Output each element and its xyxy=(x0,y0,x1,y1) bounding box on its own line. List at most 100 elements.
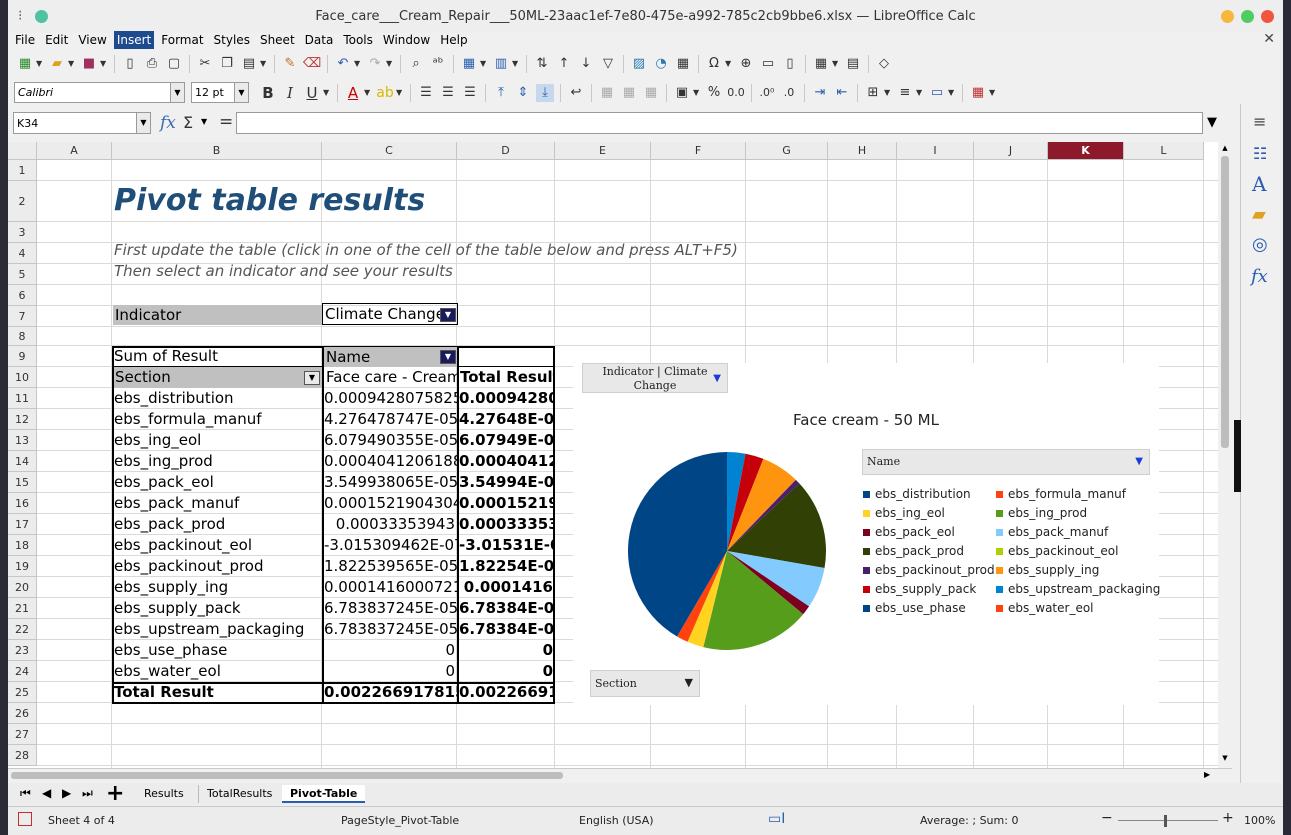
language[interactable]: English (USA) xyxy=(579,814,654,827)
bold-icon[interactable]: B xyxy=(259,84,277,102)
indicator-dropdown-button[interactable]: ▼ xyxy=(440,308,456,322)
new-dropdown-icon[interactable]: ▼ xyxy=(36,59,44,68)
row-header-22[interactable]: 22 xyxy=(8,619,37,640)
vertical-scrollbar[interactable]: ▲ ▼ xyxy=(1218,142,1232,768)
pivot-chart[interactable]: Indicator | Climate Change ▼ Face cream … xyxy=(573,363,1160,705)
save-dropdown-icon[interactable]: ▼ xyxy=(100,59,108,68)
functions-icon[interactable]: fx xyxy=(1251,266,1268,287)
sort-ascending-icon[interactable]: ↑ xyxy=(555,55,573,73)
legend-dropdown-icon[interactable]: ▼ xyxy=(1135,456,1143,467)
close-window-button[interactable] xyxy=(1261,10,1274,23)
row-header-2[interactable]: 2 xyxy=(8,181,37,222)
row-header-19[interactable]: 19 xyxy=(8,556,37,577)
autofilter-icon[interactable]: ▽ xyxy=(599,55,617,73)
select-all-corner[interactable] xyxy=(8,142,37,160)
font-color-icon[interactable]: A xyxy=(344,84,362,102)
add-decimal-icon[interactable]: .0⁰ xyxy=(758,84,776,102)
border-style-dropdown-icon[interactable]: ▼ xyxy=(916,88,924,97)
zoom-out-icon[interactable]: − xyxy=(1101,810,1113,826)
border-color-dropdown-icon[interactable]: ▼ xyxy=(948,88,956,97)
row-header-14[interactable]: 14 xyxy=(8,451,37,472)
row-icon[interactable]: ▦ xyxy=(460,55,478,73)
row-header-3[interactable]: 3 xyxy=(8,222,37,243)
row-header-4[interactable]: 4 xyxy=(8,243,37,264)
function-wizard-icon[interactable]: fx xyxy=(160,113,176,133)
row-header-11[interactable]: 11 xyxy=(8,388,37,409)
hyperlink-icon[interactable]: ⊕ xyxy=(737,55,755,73)
column-header-b[interactable]: B xyxy=(112,142,322,160)
show-draw-functions-icon[interactable]: ◇ xyxy=(875,55,893,73)
header-footer-icon[interactable]: ▯ xyxy=(781,55,799,73)
vertical-scroll-thumb[interactable] xyxy=(1221,156,1229,448)
row-header-16[interactable]: 16 xyxy=(8,493,37,514)
menu-data[interactable]: Data xyxy=(302,31,337,49)
underline-icon[interactable]: U xyxy=(303,84,321,102)
align-bottom-icon[interactable]: ⤓ xyxy=(536,83,554,102)
column-dropdown-icon[interactable]: ▼ xyxy=(512,59,520,68)
scroll-right-icon[interactable]: ▶ xyxy=(1204,770,1210,779)
column-header-h[interactable]: H xyxy=(828,142,897,160)
row-header-26[interactable]: 26 xyxy=(8,703,37,724)
menu-format[interactable]: Format xyxy=(158,31,206,49)
column-header-c[interactable]: C xyxy=(322,142,457,160)
scroll-down-icon[interactable]: ▼ xyxy=(1220,754,1230,764)
comment-icon[interactable]: ▭ xyxy=(759,55,777,73)
borders-dropdown-icon[interactable]: ▼ xyxy=(884,88,892,97)
borders-icon[interactable]: ⊞ xyxy=(864,84,882,102)
scroll-up-icon[interactable]: ▲ xyxy=(1220,144,1230,154)
horizontal-scrollbar[interactable]: ▶ xyxy=(8,768,1232,782)
unmerge-cells-icon[interactable]: ▦ xyxy=(642,84,660,102)
column-header-e[interactable]: E xyxy=(555,142,651,160)
column-header-f[interactable]: F xyxy=(651,142,746,160)
minimize-button[interactable] xyxy=(1221,10,1234,23)
row-header-23[interactable]: 23 xyxy=(8,640,37,661)
name-box[interactable]: K34 ▼ xyxy=(13,112,151,134)
row-header-21[interactable]: 21 xyxy=(8,598,37,619)
column-header-k[interactable]: K xyxy=(1048,142,1124,160)
column-header-a[interactable]: A xyxy=(37,142,112,160)
name-box-dropdown-icon[interactable]: ▼ xyxy=(136,113,150,133)
currency-format-icon[interactable]: ▣ xyxy=(673,84,691,102)
special-character-dropdown-icon[interactable]: ▼ xyxy=(725,59,733,68)
section-field-dropdown-button[interactable]: ▼ xyxy=(304,371,320,385)
row-header-9[interactable]: 9 xyxy=(8,346,37,367)
sidebar-menu-icon[interactable]: ≡ xyxy=(1253,112,1266,131)
column-header-j[interactable]: J xyxy=(974,142,1048,160)
navigator-icon[interactable]: ◎ xyxy=(1252,234,1268,255)
row-header-8[interactable]: 8 xyxy=(8,327,37,346)
sidebar-collapse-handle[interactable] xyxy=(1234,420,1241,492)
undo-icon[interactable]: ↶ xyxy=(334,55,352,73)
print-area-dropdown-icon[interactable]: ▼ xyxy=(832,59,840,68)
paste-icon[interactable]: ▤ xyxy=(240,55,258,73)
font-name-combo[interactable]: Calibri ▼ xyxy=(14,82,185,103)
sort-icon[interactable]: ⇅ xyxy=(533,55,551,73)
merge-center-icon[interactable]: ▦ xyxy=(598,84,616,102)
underline-dropdown-icon[interactable]: ▼ xyxy=(323,88,331,97)
section-field-button[interactable]: Section ▼ xyxy=(590,670,700,697)
align-center-icon[interactable]: ☰ xyxy=(439,84,457,102)
sort-descending-icon[interactable]: ↓ xyxy=(577,55,595,73)
align-middle-icon[interactable]: ⇕ xyxy=(514,84,532,102)
align-right-icon[interactable]: ☰ xyxy=(461,84,479,102)
define-print-area-icon[interactable]: ▦ xyxy=(812,55,830,73)
section-dropdown-icon[interactable]: ▼ xyxy=(685,676,693,689)
column-icon[interactable]: ▥ xyxy=(492,55,510,73)
row-header-13[interactable]: 13 xyxy=(8,430,37,451)
special-character-icon[interactable]: Ω xyxy=(705,55,723,73)
row-header-1[interactable]: 1 xyxy=(8,160,37,181)
last-sheet-icon[interactable]: ⏭ xyxy=(82,786,93,801)
menu-tools[interactable]: Tools xyxy=(340,31,376,49)
align-top-icon[interactable]: ⤒ xyxy=(492,84,510,102)
currency-dropdown-icon[interactable]: ▼ xyxy=(693,88,701,97)
menu-window[interactable]: Window xyxy=(380,31,433,49)
row-header-25[interactable]: 25 xyxy=(8,682,37,703)
redo-dropdown-icon[interactable]: ▼ xyxy=(386,59,394,68)
zoom-level[interactable]: 100% xyxy=(1244,814,1275,827)
menu-help[interactable]: Help xyxy=(437,31,470,49)
zoom-slider-handle[interactable] xyxy=(1164,815,1167,827)
border-color-icon[interactable]: ▭ xyxy=(928,84,946,102)
menu-insert[interactable]: Insert xyxy=(113,31,155,49)
legend-name-field-button[interactable]: Name ▼ xyxy=(862,449,1150,475)
highlight-dropdown-icon[interactable]: ▼ xyxy=(396,88,404,97)
font-size-combo[interactable]: 12 pt ▼ xyxy=(191,82,249,103)
